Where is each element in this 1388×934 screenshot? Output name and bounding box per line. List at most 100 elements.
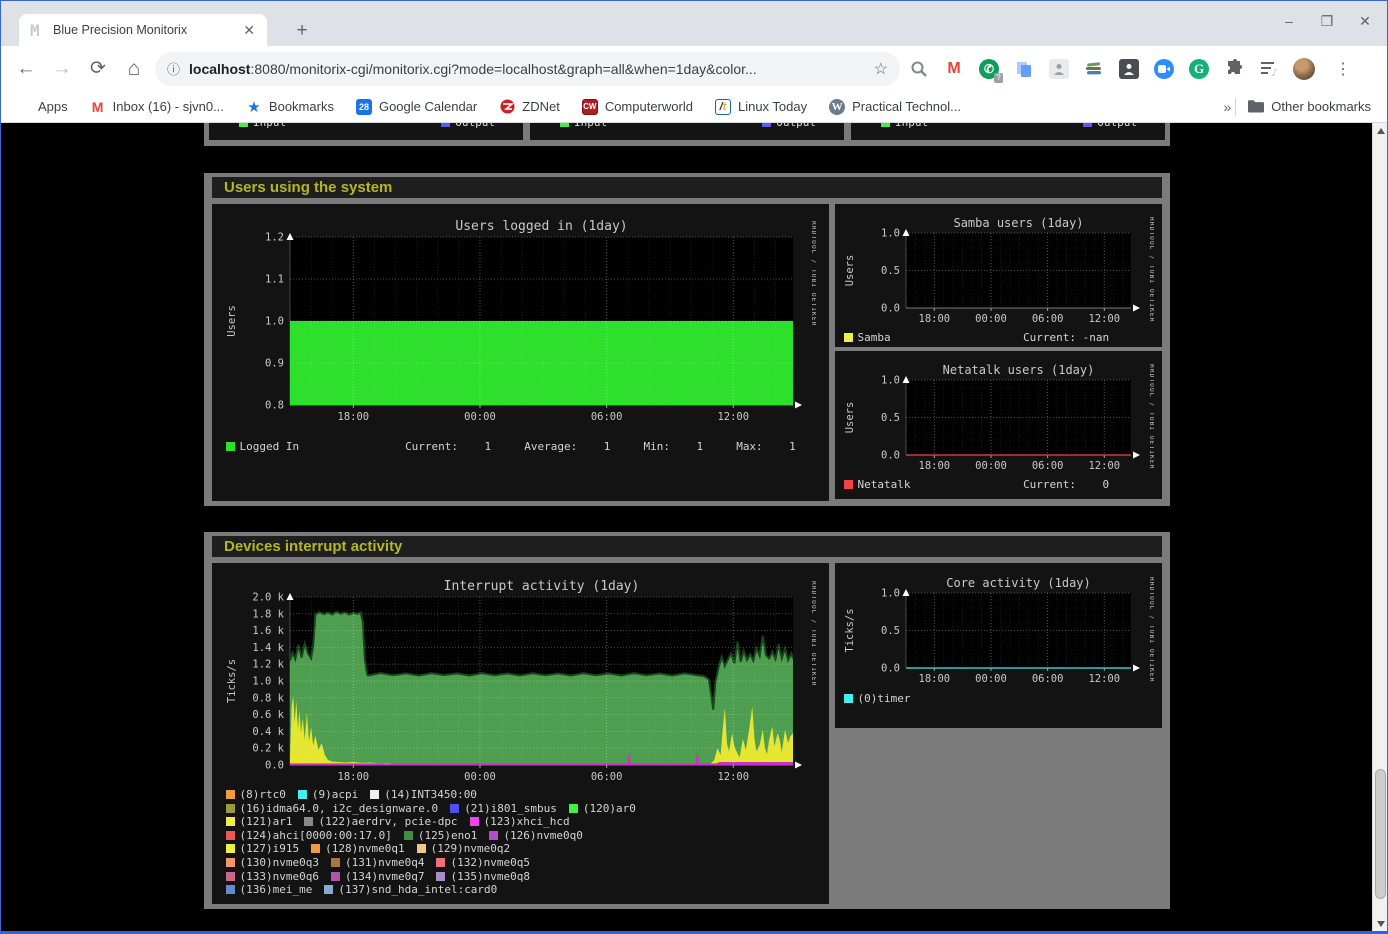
svg-text:Users: Users — [226, 305, 238, 337]
browser-toolbar: ← → ⟳ ⌂ ⓘ localhost:8080/monitorix-cgi/m… — [1, 46, 1387, 91]
svg-text:1.2 k: 1.2 k — [252, 659, 284, 671]
svg-text:RRDTOOL / TOBI OETIKER: RRDTOOL / TOBI OETIKER — [1148, 217, 1154, 322]
svg-text:0.0: 0.0 — [265, 760, 284, 772]
window-maximize-button[interactable]: ❐ — [1319, 13, 1335, 30]
apps-shortcut[interactable]: Apps — [15, 99, 68, 115]
svg-text:2.0 k: 2.0 k — [252, 592, 284, 604]
svg-text:1.0: 1.0 — [881, 228, 900, 240]
new-tab-button[interactable]: + — [289, 18, 315, 44]
core-activity-panel[interactable]: Core activity (1day)0.00.51.018:0000:000… — [835, 563, 1162, 728]
vertical-scrollbar[interactable] — [1372, 123, 1387, 931]
reload-button[interactable]: ⟳ — [83, 54, 113, 84]
bookmark-zdnet[interactable]: ZDNet — [499, 99, 560, 115]
samba-users-panel[interactable]: Samba users (1day)0.00.51.018:0000:0006:… — [835, 204, 1162, 347]
scrollbar-thumb[interactable] — [1375, 769, 1386, 899]
back-button[interactable]: ← — [11, 54, 41, 84]
chrome-menu-icon[interactable]: ⋮ — [1332, 58, 1354, 80]
other-bookmarks[interactable]: Other bookmarks — [1248, 99, 1371, 115]
legend-label: (127)i915 — [240, 842, 300, 855]
copy-pages-extension-icon[interactable] — [1013, 58, 1035, 80]
title-bar: M Blue Precision Monitorix ✕ + – ❐ ✕ — [1, 1, 1387, 46]
svg-text:06:00: 06:00 — [1031, 673, 1063, 685]
bookmark-google-calendar[interactable]: 28 Google Calendar — [356, 99, 477, 115]
svg-text:12:00: 12:00 — [1088, 313, 1120, 325]
page-info-icon[interactable]: ⓘ — [167, 59, 180, 78]
tab-close-icon[interactable]: ✕ — [239, 22, 259, 39]
svg-text:00:00: 00:00 — [975, 673, 1007, 685]
extensions-puzzle-icon[interactable] — [1223, 58, 1245, 80]
legend-label: (121)ar1 — [240, 815, 293, 828]
reading-stack-extension-icon[interactable] — [1083, 58, 1105, 80]
bookmarks-overflow-chevron[interactable]: » — [1224, 99, 1232, 115]
legend-swatch — [311, 844, 320, 853]
url-text[interactable]: localhost:8080/monitorix-cgi/monitorix.c… — [189, 61, 866, 77]
partial-graph-panel: InputOutput — [530, 123, 844, 140]
gmail-extension-icon[interactable]: M — [943, 58, 965, 80]
legend-row: Samba Current: -nan — [844, 331, 1154, 345]
legend-row: (0)timer — [844, 692, 1154, 706]
zoom-extension-icon[interactable] — [1153, 58, 1175, 80]
svg-text:12:00: 12:00 — [1088, 673, 1120, 685]
legend-row: (16)idma64.0, i2c_designware.0(21)i801_s… — [226, 802, 816, 816]
interrupt-activity-graph: Interrupt activity (1day)0.00.2 k0.4 k0.… — [226, 571, 816, 786]
address-bar[interactable]: ⓘ localhost:8080/monitorix-cgi/monitorix… — [155, 52, 900, 86]
bookmark-star-icon[interactable]: ☆ — [874, 59, 888, 79]
home-button[interactable]: ⌂ — [119, 54, 149, 84]
legend-label: (136)mei_me — [240, 883, 313, 896]
computerworld-icon: CW — [582, 99, 598, 115]
legend-label: (124)ahci[0000:00:17.0] — [240, 829, 392, 842]
legend-swatch — [226, 831, 235, 840]
users-logged-in-panel[interactable]: Users logged in (1day)0.80.91.01.11.218:… — [212, 204, 829, 501]
search-extension-icon[interactable] — [908, 58, 930, 80]
svg-text:0.4 k: 0.4 k — [252, 726, 284, 738]
browser-window: M Blue Precision Monitorix ✕ + – ❐ ✕ ← →… — [0, 0, 1388, 934]
window-close-button[interactable]: ✕ — [1357, 13, 1373, 30]
legend-label: (126)nvme0q0 — [503, 829, 582, 842]
grammarly-extension-icon[interactable]: G — [1188, 58, 1210, 80]
legend-label: (137)snd_hda_intel:card0 — [338, 883, 497, 896]
svg-text:Interrupt activity (1day): Interrupt activity (1day) — [443, 579, 639, 594]
scroll-down-arrow[interactable] — [1373, 916, 1387, 931]
legend-label: (134)nvme0q7 — [345, 870, 424, 883]
legend-label: (8)rtc0 — [240, 788, 286, 801]
svg-text:06:00: 06:00 — [1031, 460, 1063, 472]
bookmark-inbox[interactable]: M Inbox (16) - sjvn0... — [90, 99, 224, 115]
interrupt-activity-panel[interactable]: Interrupt activity (1day)0.00.2 k0.4 k0.… — [212, 563, 829, 904]
browser-tab[interactable]: M Blue Precision Monitorix ✕ — [19, 14, 267, 46]
forward-button[interactable]: → — [47, 54, 77, 84]
bookmark-practical-technology[interactable]: W Practical Technol... — [829, 99, 961, 115]
bookmark-bookmarks[interactable]: ★ Bookmarks — [246, 99, 334, 115]
legend-label: (9)acpi — [312, 788, 358, 801]
clipper-extension-icon[interactable] — [1048, 58, 1070, 80]
account-avatar[interactable] — [1293, 58, 1315, 80]
playlist-extension-icon[interactable]: ♪ — [1258, 58, 1280, 80]
svg-text:06:00: 06:00 — [590, 411, 622, 423]
legend-swatch — [226, 858, 235, 867]
profile-tile-extension-icon[interactable] — [1118, 58, 1140, 80]
svg-text:RRDTOOL / TOBI OETIKER: RRDTOOL / TOBI OETIKER — [1148, 577, 1154, 682]
zdnet-icon — [499, 99, 515, 115]
svg-text:00:00: 00:00 — [975, 313, 1007, 325]
legend-swatch — [417, 844, 426, 853]
core-activity-legend: (0)timer — [844, 692, 1154, 706]
legend-label: Netatalk Current: 0 — [858, 478, 1110, 491]
window-minimize-button[interactable]: – — [1281, 13, 1297, 30]
bookmark-linux-today[interactable]: /t Linux Today — [715, 99, 807, 115]
svg-text:18:00: 18:00 — [337, 771, 369, 783]
bookmark-computerworld[interactable]: CW Computerworld — [582, 99, 693, 115]
legend-swatch — [450, 804, 459, 813]
svg-text:0.5: 0.5 — [881, 265, 900, 277]
gmail-icon: M — [90, 99, 106, 115]
google-voice-extension-icon[interactable]: ✆ ? — [978, 58, 1000, 80]
linux-today-icon: /t — [715, 99, 731, 115]
legend-row: (133)nvme0q6(134)nvme0q7(135)nvme0q8 — [226, 870, 816, 884]
svg-text:Core activity (1day): Core activity (1day) — [946, 576, 1091, 590]
svg-text:0.8 k: 0.8 k — [252, 692, 284, 704]
legend-swatch — [226, 442, 235, 451]
scroll-up-arrow[interactable] — [1373, 123, 1387, 138]
input-swatch — [239, 123, 248, 127]
netatalk-users-panel[interactable]: Netatalk users (1day)0.00.51.018:0000:00… — [835, 351, 1162, 499]
legend-swatch — [298, 790, 307, 799]
legend-row: (130)nvme0q3(131)nvme0q4(132)nvme0q5 — [226, 856, 816, 870]
svg-text:18:00: 18:00 — [918, 313, 950, 325]
